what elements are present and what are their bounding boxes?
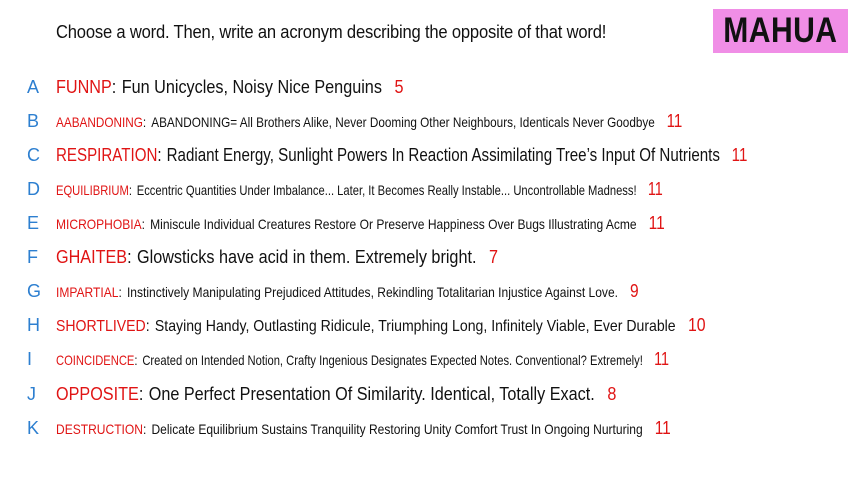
row-colon: :	[127, 246, 132, 267]
row-colon: :	[142, 113, 147, 130]
row-letter: D	[27, 178, 40, 199]
row-count: 11	[654, 348, 670, 369]
row-word: SHORTLIVED	[56, 317, 146, 335]
row-colon: :	[142, 420, 147, 437]
list-item: G IMPARTIAL: Instinctively Manipulating …	[0, 278, 853, 304]
list-item: D EQUILIBRIUM: Eccentric Quantities Unde…	[0, 176, 853, 202]
row-acronym: Instinctively Manipulating Prejudiced At…	[126, 283, 618, 300]
row-letter: B	[27, 110, 40, 131]
list-item: E MICROPHOBIA: Miniscule Individual Crea…	[0, 210, 853, 236]
row-line: SHORTLIVED: Staying Handy, Outlasting Ri…	[56, 315, 706, 336]
row-acronym: Fun Unicycles, Noisy Nice Penguins	[121, 76, 382, 97]
row-colon: :	[134, 351, 138, 368]
row-acronym: Radiant Energy, Sunlight Powers In React…	[166, 144, 720, 165]
row-acronym: ABANDONING= All Brothers Alike, Never Do…	[151, 113, 655, 130]
row-line: DESTRUCTION: Delicate Equilibrium Sustai…	[56, 418, 671, 439]
row-word: IMPARTIAL	[56, 283, 119, 300]
row-count: 11	[647, 178, 663, 199]
row-count: 11	[666, 110, 683, 131]
row-count: 11	[654, 417, 671, 438]
list-item: K DESTRUCTION: Delicate Equilibrium Sust…	[0, 415, 853, 441]
row-letter: E	[27, 212, 40, 233]
row-colon: :	[138, 383, 144, 404]
row-word: FUNNP	[56, 76, 112, 97]
list-item: F GHAITEB: Glowsticks have acid in them.…	[0, 244, 853, 270]
row-count: 9	[630, 280, 639, 301]
row-letter: G	[27, 280, 42, 301]
row-line: GHAITEB: Glowsticks have acid in them. E…	[56, 247, 498, 268]
row-colon: :	[145, 317, 150, 335]
row-word: MICROPHOBIA	[56, 215, 142, 232]
row-line: FUNNP: Fun Unicycles, Noisy Nice Penguin…	[56, 77, 404, 98]
row-letter: H	[27, 314, 40, 335]
row-acronym: Created on Intended Notion, Crafty Ingen…	[142, 351, 643, 368]
row-acronym: Miniscule Individual Creatures Restore O…	[150, 215, 637, 232]
row-letter: K	[27, 417, 40, 438]
list-item: B AABANDONING: ABANDONING= All Brothers …	[0, 108, 853, 134]
row-word: EQUILIBRIUM	[56, 181, 129, 198]
row-line: EQUILIBRIUM: Eccentric Quantities Under …	[56, 179, 663, 200]
row-letter: C	[27, 144, 40, 165]
row-letter: J	[27, 383, 36, 404]
row-line: MICROPHOBIA: Miniscule Individual Creatu…	[56, 213, 665, 234]
row-word: GHAITEB	[56, 246, 128, 267]
row-letter: I	[27, 348, 33, 369]
row-word: RESPIRATION	[56, 144, 158, 165]
row-line: COINCIDENCE: Created on Intended Notion,…	[56, 349, 669, 370]
row-count: 10	[687, 314, 706, 335]
row-word: DESTRUCTION	[56, 420, 143, 437]
row-colon: :	[157, 144, 162, 165]
list-item: A FUNNP: Fun Unicycles, Noisy Nice Pengu…	[0, 74, 853, 100]
row-letter: A	[27, 76, 40, 97]
answer-list: A FUNNP: Fun Unicycles, Noisy Nice Pengu…	[0, 0, 853, 480]
row-acronym: Staying Handy, Outlasting Ridicule, Triu…	[154, 317, 676, 335]
row-colon: :	[118, 283, 122, 300]
row-letter: F	[27, 246, 38, 267]
row-acronym: Eccentric Quantities Under Imbalance... …	[136, 181, 637, 198]
row-line: RESPIRATION: Radiant Energy, Sunlight Po…	[56, 145, 747, 166]
row-count: 8	[607, 383, 617, 404]
row-line: OPPOSITE: One Perfect Presentation Of Si…	[56, 384, 616, 405]
list-item: I COINCIDENCE: Created on Intended Notio…	[0, 346, 853, 372]
row-word: COINCIDENCE	[56, 351, 135, 368]
row-line: AABANDONING: ABANDONING= All Brothers Al…	[56, 111, 682, 132]
row-count: 5	[394, 76, 404, 97]
list-item: C RESPIRATION: Radiant Energy, Sunlight …	[0, 142, 853, 168]
row-count: 11	[648, 212, 665, 233]
list-item: H SHORTLIVED: Staying Handy, Outlasting …	[0, 312, 853, 338]
list-item: J OPPOSITE: One Perfect Presentation Of …	[0, 381, 853, 407]
row-word: OPPOSITE	[56, 383, 139, 404]
row-word: AABANDONING	[56, 113, 143, 130]
row-acronym: Delicate Equilibrium Sustains Tranquilit…	[151, 420, 643, 437]
row-colon: :	[111, 76, 117, 97]
row-line: IMPARTIAL: Instinctively Manipulating Pr…	[56, 281, 639, 302]
row-count: 11	[731, 144, 748, 165]
row-acronym: One Perfect Presentation Of Similarity. …	[148, 383, 595, 404]
row-colon: :	[141, 215, 145, 232]
row-count: 7	[489, 246, 499, 267]
row-colon: :	[128, 181, 132, 198]
row-acronym: Glowsticks have acid in them. Extremely …	[137, 246, 477, 267]
